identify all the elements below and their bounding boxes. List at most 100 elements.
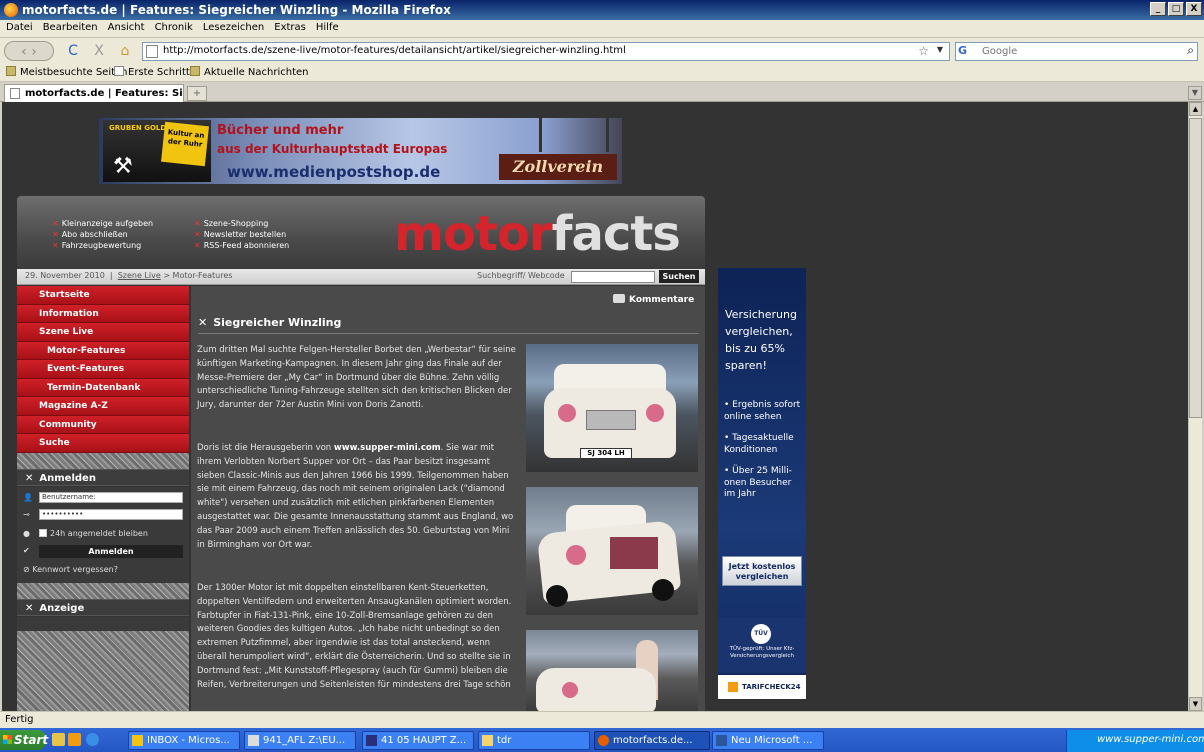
minimize-button[interactable]: _ [1150, 2, 1166, 16]
header-link-newsletter[interactable]: ✕ Newsletter bestellen [194, 229, 289, 240]
nav-information[interactable]: Information [17, 304, 189, 323]
tab-list-icon[interactable]: ▼ [1188, 86, 1202, 100]
check-icon: ✔ [23, 546, 30, 555]
back-forward-button[interactable]: ‹ › [4, 41, 54, 61]
menu-datei[interactable]: Datei [0, 20, 38, 33]
article-title: ✕ Siegreicher Winzling [198, 316, 342, 329]
quicklaunch-firefox-icon[interactable] [68, 733, 81, 746]
checkbox[interactable] [39, 529, 47, 537]
bookmark-erste-schritte[interactable]: Erste Schritte [114, 66, 196, 78]
breadcrumb: 29. November 2010 | Szene Live > Motor-F… [25, 271, 233, 280]
taskbar-item-motorfacts[interactable]: motorfacts.de... [594, 731, 710, 750]
header-link-rss[interactable]: ✕ RSS-Feed abonnieren [194, 240, 289, 251]
breadcrumb-bar: 29. November 2010 | Szene Live > Motor-F… [17, 269, 705, 285]
windows-taskbar: Start INBOX - Micros... 941_AFL Z:\EU...… [0, 728, 1204, 752]
firefox-icon [598, 735, 609, 746]
breadcrumb-link-szene-live[interactable]: Szene Live [118, 271, 161, 280]
bookmark-meistbesucht[interactable]: Meistbesuchte Seiten [6, 66, 128, 78]
header-link-fahrzeugbewertung[interactable]: ✕ Fahrzeugbewertung [52, 240, 153, 251]
menu-extras[interactable]: Extras [269, 20, 311, 33]
nav-community[interactable]: Community [17, 415, 189, 434]
scroll-thumb[interactable] [1189, 118, 1202, 418]
username-field[interactable]: Benutzername: [39, 492, 183, 503]
scroll-down-icon[interactable]: ▼ [1189, 697, 1202, 711]
supper-mini-link[interactable]: www.supper-mini.com [334, 443, 441, 453]
status-text: Fertig [5, 714, 34, 725]
search-box[interactable]: G ⌕ [955, 42, 1198, 61]
comments-link[interactable]: Kommentare [613, 294, 694, 305]
tab-bar: motorfacts.de | Features: Sieg... + ▼ [0, 82, 1204, 102]
nav-suche[interactable]: Suche [17, 434, 189, 453]
close-button[interactable]: X [1186, 2, 1202, 16]
login-panel-header[interactable]: ✕ Anmelden [17, 469, 189, 486]
quicklaunch-folder-icon[interactable] [52, 733, 65, 746]
stop-icon[interactable]: X [90, 41, 108, 61]
menu-chronik[interactable]: Chronik [150, 20, 198, 33]
nav-startseite[interactable]: Startseite [17, 286, 189, 305]
header-link-kleinanzeige[interactable]: ✕ Kleinanzeige aufgeben [52, 218, 153, 229]
top-banner-ad[interactable]: GRUBEN GOLD Kultur an der Ruhr ⚒ Bücher … [99, 118, 622, 184]
bookmark-star-icon[interactable]: ☆ [918, 44, 929, 58]
bookmark-aktuelle-nachrichten[interactable]: Aktuelle Nachrichten [190, 66, 309, 78]
nav-event-features[interactable]: Event-Features [17, 360, 189, 379]
mine-tower-image [539, 118, 609, 152]
system-tray: www.supper-mini.com [1066, 730, 1204, 752]
nav-termin-datenbank[interactable]: Termin-Datenbank [17, 378, 189, 397]
nav-motor-features[interactable]: Motor-Features [17, 341, 189, 360]
password-field[interactable]: •••••••••• [39, 509, 183, 520]
site-search-button[interactable]: Suchen [659, 270, 699, 283]
nav-szene-live[interactable]: Szene Live [17, 323, 189, 342]
ad-bullet-2: • Tagesaktuelle Konditionen [724, 433, 794, 455]
article-photo-1[interactable]: SJ 304 LH [526, 344, 698, 472]
ad-headline: Versicherung vergleichen, bis zu 65% spa… [725, 308, 797, 372]
quicklaunch-ie-icon[interactable] [86, 733, 99, 746]
zollverein-logo: Zollverein [499, 154, 617, 180]
ad-cta-button[interactable]: Jetzt kostenlos vergleichen [722, 556, 802, 586]
insurance-ad[interactable]: Versicherung vergleichen, bis zu 65% spa… [718, 268, 806, 699]
page-icon [146, 45, 158, 58]
maximize-button[interactable]: □ [1168, 2, 1184, 16]
article-photo-3[interactable] [526, 630, 698, 711]
menu-hilfe[interactable]: Hilfe [311, 20, 344, 33]
scroll-up-icon[interactable]: ▲ [1189, 102, 1202, 116]
site-search-input[interactable] [571, 271, 655, 283]
motorfacts-logo[interactable]: motorfacts [394, 204, 681, 264]
new-tab-button[interactable]: + [187, 86, 207, 101]
taskbar-item-inbox[interactable]: INBOX - Micros... [128, 731, 240, 750]
header-link-szene-shopping[interactable]: ✕ Szene-Shopping [194, 218, 289, 229]
page-viewport: GRUBEN GOLD Kultur an der Ruhr ⚒ Bücher … [2, 102, 1188, 711]
help-icon: ● [23, 529, 30, 538]
hammer-pick-icon: ⚒ [113, 154, 133, 179]
menu-ansicht[interactable]: Ansicht [103, 20, 150, 33]
google-icon[interactable]: G [958, 44, 974, 59]
ad-panel-body [17, 617, 189, 631]
taskbar-item-haupt[interactable]: 41 05 HAUPT Z... [362, 731, 474, 750]
login-button[interactable]: Anmelden [39, 545, 183, 558]
url-text[interactable]: http://motorfacts.de/szene-live/motor-fe… [163, 45, 626, 56]
address-bar[interactable]: http://motorfacts.de/szene-live/motor-fe… [142, 42, 950, 61]
vertical-scrollbar[interactable]: ▲ ▼ [1188, 102, 1202, 711]
left-navigation: Startseite Information Szene Live Motor-… [17, 286, 189, 453]
window-titlebar: motorfacts.de | Features: Siegreicher Wi… [0, 0, 1204, 20]
menu-lesezeichen[interactable]: Lesezeichen [198, 20, 269, 33]
taskbar-item-tdr[interactable]: tdr [478, 731, 590, 750]
search-icon[interactable]: ⌕ [1187, 43, 1194, 58]
status-bar: Fertig [0, 711, 1204, 728]
article-paragraph-3: Der 1300er Motor ist mit doppelten einst… [197, 583, 512, 690]
taskbar-item-word[interactable]: Neu Microsoft ... [712, 731, 824, 750]
forgot-password-link[interactable]: ⊘ Kennwort vergessen? [23, 565, 118, 574]
history-dropdown-icon[interactable]: ▼ [937, 45, 943, 54]
nav-magazine[interactable]: Magazine A-Z [17, 397, 189, 416]
home-icon[interactable]: ⌂ [116, 41, 134, 61]
header-links-right: ✕ Szene-Shopping ✕ Newsletter bestellen ✕ R… [194, 218, 289, 251]
tab-motorfacts[interactable]: motorfacts.de | Features: Sieg... [4, 84, 184, 102]
search-input[interactable] [980, 44, 1170, 59]
remember-checkbox[interactable]: 24h angemeldet bleiben [39, 529, 148, 538]
menu-bearbeiten[interactable]: Bearbeiten [38, 20, 103, 33]
header-link-abo[interactable]: ✕ Abo abschließen [52, 229, 153, 240]
taskbar-item-afl[interactable]: 941_AFL Z:\EU... [244, 731, 356, 750]
reload-icon[interactable]: C [64, 41, 82, 61]
ad-panel-header[interactable]: ✕ Anzeige [17, 599, 189, 616]
article-photo-2[interactable] [526, 487, 698, 615]
start-button[interactable]: Start [0, 730, 48, 750]
